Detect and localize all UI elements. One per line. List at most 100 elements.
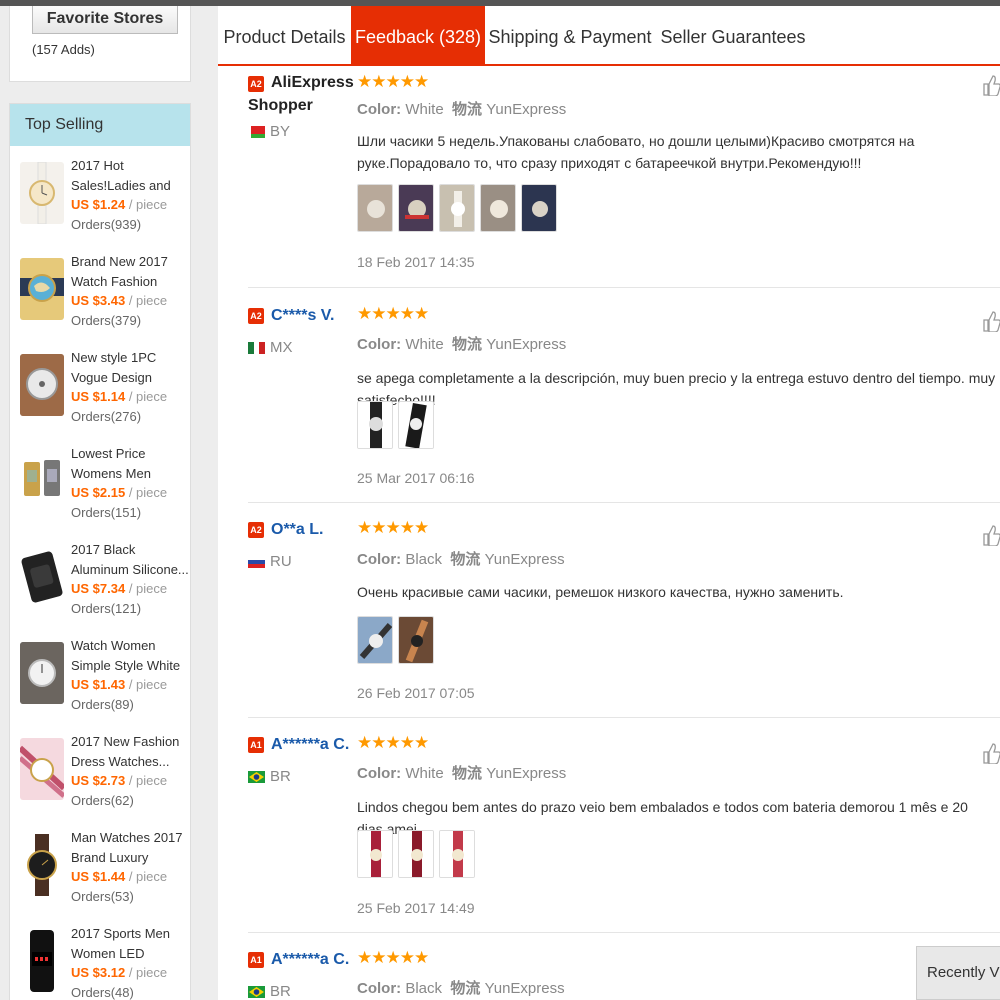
review-photo[interactable] bbox=[439, 830, 475, 878]
product-orders: Orders(48) bbox=[71, 984, 134, 1000]
review-photo[interactable] bbox=[398, 184, 434, 232]
top-selling-item[interactable]: 2017 Black Aluminum Silicone... US $7.34… bbox=[10, 540, 190, 636]
shipping-label: 物流 bbox=[452, 765, 483, 782]
top-selling-item[interactable]: 2017 Sports Men Women LED Digital... US … bbox=[10, 924, 190, 1000]
thumbs-up-icon[interactable] bbox=[982, 74, 1000, 96]
product-thumbnail[interactable] bbox=[20, 546, 64, 608]
tab-seller-guarantees[interactable]: Seller Guarantees bbox=[655, 6, 811, 64]
recently-viewed-button[interactable]: Recently Viewed bbox=[916, 946, 1000, 1000]
product-name[interactable]: 2017 Black Aluminum Silicone... bbox=[71, 540, 189, 579]
review-photo[interactable] bbox=[357, 401, 393, 449]
review-photo[interactable] bbox=[398, 830, 434, 878]
product-thumbnail[interactable] bbox=[20, 930, 64, 992]
review-photo[interactable] bbox=[357, 616, 393, 664]
tab-shipping-payment[interactable]: Shipping & Payment bbox=[485, 6, 655, 64]
product-price: US $2.15 bbox=[71, 485, 126, 500]
shipping-value: YunExpress bbox=[484, 551, 565, 568]
product-price: US $1.14 bbox=[71, 389, 126, 404]
review-item: A2 C****s V. MX ★★★★★ Color: White 物流 Yu… bbox=[218, 288, 1000, 502]
top-selling-item[interactable]: Brand New 2017 Watch Fashion US $3.43 / … bbox=[10, 252, 190, 348]
product-price: US $1.43 bbox=[71, 677, 126, 692]
review-photo[interactable] bbox=[480, 184, 516, 232]
tab-product-details[interactable]: Product Details bbox=[218, 6, 351, 64]
top-selling-item[interactable]: Man Watches 2017 Brand Luxury US $1.44 /… bbox=[10, 828, 190, 924]
review-item: A2 AliExpress Shopper BY ★★★★★ Color: Wh… bbox=[218, 68, 1000, 288]
top-selling-item[interactable]: Lowest Price Womens Men US $2.15 / piece… bbox=[10, 444, 190, 540]
product-name[interactable]: 2017 New Fashion Dress Watches... bbox=[71, 732, 189, 771]
top-selling-item[interactable]: 2017 Hot Sales!Ladies and Women Casual..… bbox=[10, 156, 190, 252]
thumbs-up-icon[interactable] bbox=[982, 742, 1000, 764]
flag-icon bbox=[248, 771, 265, 783]
price-unit: / piece bbox=[128, 965, 168, 980]
product-name[interactable]: 2017 Sports Men Women LED Digital... bbox=[71, 924, 189, 963]
review-photo[interactable] bbox=[357, 184, 393, 232]
review-photo[interactable] bbox=[439, 184, 475, 232]
thumbs-up-icon[interactable] bbox=[982, 310, 1000, 332]
top-selling-panel: Top Selling 2017 Hot Sales!Ladies and Wo… bbox=[9, 103, 191, 1000]
product-price: US $7.34 bbox=[71, 581, 126, 596]
shipping-label: 物流 bbox=[450, 980, 481, 997]
price-unit: / piece bbox=[128, 293, 168, 308]
product-name[interactable]: 2017 Hot Sales!Ladies and Women Casual..… bbox=[71, 156, 189, 195]
shipping-label: 物流 bbox=[450, 551, 481, 568]
product-name[interactable]: Brand New 2017 Watch Fashion bbox=[71, 252, 189, 291]
color-value: Black bbox=[405, 551, 443, 568]
buyer-level-badge: A1 bbox=[248, 952, 264, 968]
review-date: 26 Feb 2017 07:05 bbox=[357, 685, 475, 701]
top-selling-item[interactable]: Watch Women Simple Style White US $1.43 … bbox=[10, 636, 190, 732]
price-unit: / piece bbox=[128, 677, 168, 692]
review-date: 25 Feb 2017 14:49 bbox=[357, 900, 475, 916]
top-selling-item[interactable]: New style 1PC Vogue Design Women... US $… bbox=[10, 348, 190, 444]
reviewer-name[interactable]: A******a C. bbox=[271, 950, 349, 970]
reviewer-name[interactable]: A******a C. bbox=[271, 735, 349, 755]
product-name[interactable]: Lowest Price Womens Men bbox=[71, 444, 189, 483]
product-thumbnail[interactable] bbox=[20, 258, 64, 320]
review-date: 18 Feb 2017 14:35 bbox=[357, 254, 475, 270]
product-name[interactable]: New style 1PC Vogue Design Women... bbox=[71, 348, 189, 387]
rating-stars: ★★★★★ bbox=[357, 304, 429, 323]
product-thumbnail[interactable] bbox=[20, 162, 64, 224]
review-photos bbox=[357, 401, 439, 451]
review-photo[interactable] bbox=[398, 401, 434, 449]
review-photo[interactable] bbox=[398, 616, 434, 664]
product-thumbnail[interactable] bbox=[20, 642, 64, 704]
product-thumbnail[interactable] bbox=[20, 354, 64, 416]
favorite-adds-count: (157 Adds) bbox=[32, 42, 95, 57]
tab-feedback[interactable]: Feedback (328) bbox=[351, 6, 485, 66]
reviewer-name[interactable]: O**a L. bbox=[271, 520, 323, 540]
price-unit: / piece bbox=[128, 773, 168, 788]
review-item: A2 O**a L. RU ★★★★★ Color: Black 物流 YunE… bbox=[218, 503, 1000, 717]
favorite-stores-box: Favorite Stores (157 Adds) bbox=[9, 6, 191, 82]
thumbs-up-icon[interactable] bbox=[982, 524, 1000, 546]
shipping-value: YunExpress bbox=[484, 980, 565, 997]
rating-stars: ★★★★★ bbox=[357, 948, 429, 967]
favorite-stores-button[interactable]: Favorite Stores bbox=[32, 6, 178, 34]
top-selling-item[interactable]: 2017 New Fashion Dress Watches... US $2.… bbox=[10, 732, 190, 828]
review-photo[interactable] bbox=[357, 830, 393, 878]
price-unit: / piece bbox=[128, 197, 168, 212]
product-price: US $3.43 bbox=[71, 293, 126, 308]
product-thumbnail[interactable] bbox=[20, 738, 64, 800]
order-info: Color: Black 物流 YunExpress bbox=[357, 977, 565, 998]
order-info: Color: White 物流 YunExpress bbox=[357, 98, 566, 119]
product-orders: Orders(121) bbox=[71, 600, 142, 616]
review-photos bbox=[357, 616, 439, 666]
order-info: Color: Black 物流 YunExpress bbox=[357, 548, 565, 569]
sidebar: Favorite Stores (157 Adds) Top Selling 2… bbox=[0, 6, 200, 1000]
buyer-level-badge: A1 bbox=[248, 737, 264, 753]
top-selling-title: Top Selling bbox=[10, 104, 190, 146]
rating-stars: ★★★★★ bbox=[357, 72, 429, 91]
shipping-label: 物流 bbox=[452, 336, 483, 353]
review-photo[interactable] bbox=[521, 184, 557, 232]
product-thumbnail[interactable] bbox=[20, 834, 64, 896]
product-thumbnail[interactable] bbox=[20, 450, 64, 512]
product-name[interactable]: Man Watches 2017 Brand Luxury bbox=[71, 828, 189, 867]
product-orders: Orders(939) bbox=[71, 216, 142, 232]
shipping-value: YunExpress bbox=[486, 101, 567, 118]
product-name[interactable]: Watch Women Simple Style White bbox=[71, 636, 189, 675]
reviewer-name[interactable]: C****s V. bbox=[271, 306, 334, 326]
shipping-value: YunExpress bbox=[486, 336, 567, 353]
color-label: Color: bbox=[357, 336, 402, 353]
product-price: US $2.73 bbox=[71, 773, 126, 788]
review-text: Шли часики 5 недель.Упакованы слабовато,… bbox=[357, 133, 915, 171]
